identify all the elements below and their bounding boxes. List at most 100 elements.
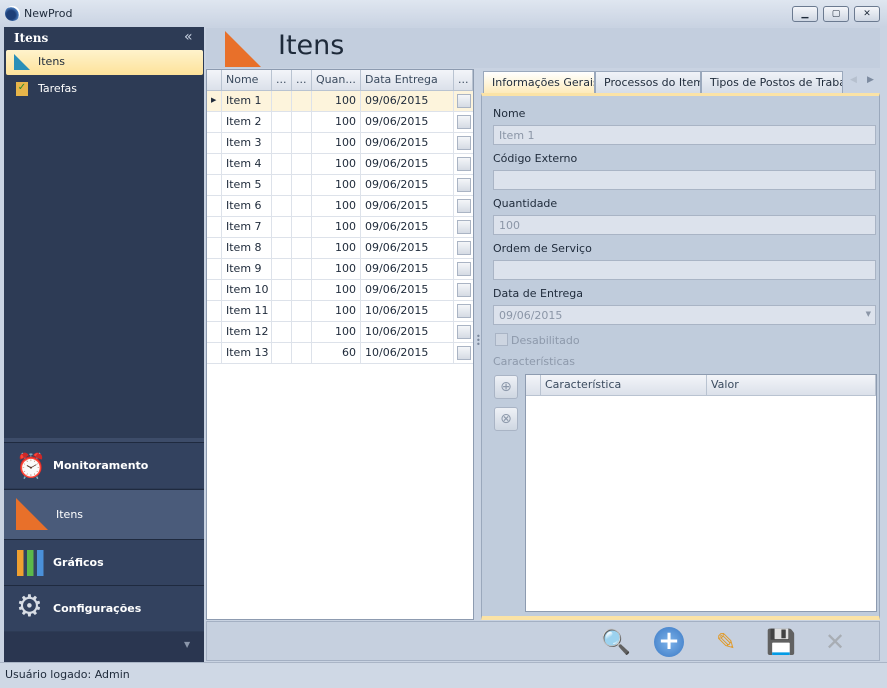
- cell-data-entrega[interactable]: 09/06/2015: [361, 91, 454, 112]
- table-row[interactable]: Item 3 100 09/06/2015: [207, 133, 473, 154]
- cell-nome[interactable]: Item 12: [222, 322, 272, 343]
- table-row[interactable]: Item 4 100 09/06/2015: [207, 154, 473, 175]
- chevron-down-icon[interactable]: ▼: [184, 640, 190, 649]
- cell-quantidade[interactable]: 100: [312, 112, 361, 133]
- cell-empty[interactable]: [272, 196, 292, 217]
- table-row[interactable]: Item 6 100 09/06/2015: [207, 196, 473, 217]
- cell-data-entrega[interactable]: 10/06/2015: [361, 301, 454, 322]
- cell-data-entrega[interactable]: 09/06/2015: [361, 280, 454, 301]
- group-configuracoes[interactable]: ⚙ Configurações: [4, 585, 204, 631]
- minimize-button[interactable]: ▁: [792, 6, 818, 22]
- column-header[interactable]: ...: [272, 70, 292, 91]
- cell-empty[interactable]: [272, 259, 292, 280]
- column-header[interactable]: Valor: [707, 375, 876, 396]
- cell-empty[interactable]: [272, 217, 292, 238]
- cell-nome[interactable]: Item 13: [222, 343, 272, 364]
- ordem-servico-field[interactable]: [493, 260, 876, 280]
- cell-nome[interactable]: Item 9: [222, 259, 272, 280]
- save-button[interactable]: 💾: [765, 626, 797, 658]
- cell-quantidade[interactable]: 100: [312, 322, 361, 343]
- table-row[interactable]: ▶ Item 1 100 09/06/2015: [207, 91, 473, 112]
- close-button[interactable]: ✕: [854, 6, 880, 22]
- tab-scroll-right-icon[interactable]: ▶: [867, 75, 874, 85]
- cell-empty[interactable]: [292, 322, 312, 343]
- table-row[interactable]: Item 7 100 09/06/2015: [207, 217, 473, 238]
- collapse-icon[interactable]: «: [184, 29, 193, 45]
- column-header[interactable]: ...: [454, 70, 473, 91]
- column-header[interactable]: ...: [292, 70, 312, 91]
- cell-nome[interactable]: Item 2: [222, 112, 272, 133]
- cell-quantidade[interactable]: 100: [312, 133, 361, 154]
- remove-characteristic-button[interactable]: ⊗: [494, 407, 518, 431]
- cell-empty[interactable]: [292, 154, 312, 175]
- cell-nome[interactable]: Item 8: [222, 238, 272, 259]
- table-row[interactable]: Item 13 60 10/06/2015: [207, 343, 473, 364]
- restore-button[interactable]: ▢: [823, 6, 849, 22]
- splitter-handle[interactable]: • • •: [476, 333, 481, 349]
- cell-empty[interactable]: [272, 343, 292, 364]
- tab-informacoes-gerais[interactable]: Informações Gerais: [483, 71, 595, 95]
- column-header[interactable]: Data Entrega: [361, 70, 454, 91]
- nav-item-tarefas[interactable]: ✓ Tarefas: [6, 77, 203, 102]
- cell-quantidade[interactable]: 100: [312, 238, 361, 259]
- cell-empty[interactable]: [292, 91, 312, 112]
- cell-empty[interactable]: [292, 238, 312, 259]
- cell-empty[interactable]: [272, 91, 292, 112]
- cell-nome[interactable]: Item 7: [222, 217, 272, 238]
- cell-nome[interactable]: Item 1: [222, 91, 272, 112]
- cell-quantidade[interactable]: 60: [312, 343, 361, 364]
- table-row[interactable]: Item 11 100 10/06/2015: [207, 301, 473, 322]
- tab-processos-do-item[interactable]: Processos do Item: [595, 71, 701, 94]
- cell-empty[interactable]: [292, 112, 312, 133]
- cell-nome[interactable]: Item 4: [222, 154, 272, 175]
- codigo-externo-field[interactable]: [493, 170, 876, 190]
- cell-empty[interactable]: [272, 238, 292, 259]
- row-checkbox[interactable]: [457, 283, 471, 297]
- row-checkbox[interactable]: [457, 199, 471, 213]
- cell-empty[interactable]: [292, 217, 312, 238]
- row-checkbox[interactable]: [457, 115, 471, 129]
- cancel-button[interactable]: ✕: [819, 626, 851, 658]
- cell-nome[interactable]: Item 3: [222, 133, 272, 154]
- quantidade-field[interactable]: 100: [493, 215, 876, 235]
- row-checkbox[interactable]: [457, 94, 471, 108]
- add-characteristic-button[interactable]: ⊕: [494, 375, 518, 399]
- cell-data-entrega[interactable]: 09/06/2015: [361, 175, 454, 196]
- cell-data-entrega[interactable]: 09/06/2015: [361, 217, 454, 238]
- cell-empty[interactable]: [292, 301, 312, 322]
- table-row[interactable]: Item 2 100 09/06/2015: [207, 112, 473, 133]
- cell-data-entrega[interactable]: 09/06/2015: [361, 154, 454, 175]
- cell-empty[interactable]: [272, 322, 292, 343]
- cell-quantidade[interactable]: 100: [312, 196, 361, 217]
- cell-data-entrega[interactable]: 09/06/2015: [361, 112, 454, 133]
- cell-quantidade[interactable]: 100: [312, 259, 361, 280]
- cell-nome[interactable]: Item 11: [222, 301, 272, 322]
- cell-empty[interactable]: [272, 175, 292, 196]
- cell-empty[interactable]: [272, 133, 292, 154]
- cell-quantidade[interactable]: 100: [312, 154, 361, 175]
- nav-item-itens[interactable]: Itens: [6, 50, 203, 75]
- cell-empty[interactable]: [272, 280, 292, 301]
- cell-data-entrega[interactable]: 09/06/2015: [361, 238, 454, 259]
- cell-nome[interactable]: Item 5: [222, 175, 272, 196]
- row-checkbox[interactable]: [457, 346, 471, 360]
- items-grid[interactable]: Nome ... ... Quan... Data Entrega ... ▶ …: [206, 69, 474, 620]
- search-report-icon[interactable]: 🔍: [600, 626, 632, 658]
- cell-empty[interactable]: [292, 133, 312, 154]
- row-checkbox[interactable]: [457, 178, 471, 192]
- row-checkbox[interactable]: [457, 157, 471, 171]
- cell-nome[interactable]: Item 10: [222, 280, 272, 301]
- table-row[interactable]: Item 5 100 09/06/2015: [207, 175, 473, 196]
- column-header[interactable]: Nome: [222, 70, 272, 91]
- row-checkbox[interactable]: [457, 262, 471, 276]
- cell-quantidade[interactable]: 100: [312, 280, 361, 301]
- cell-data-entrega[interactable]: 09/06/2015: [361, 259, 454, 280]
- characteristics-grid[interactable]: Característica Valor: [525, 374, 877, 612]
- row-checkbox[interactable]: [457, 304, 471, 318]
- table-row[interactable]: Item 9 100 09/06/2015: [207, 259, 473, 280]
- cell-nome[interactable]: Item 6: [222, 196, 272, 217]
- column-header[interactable]: Característica: [541, 375, 707, 396]
- desabilitado-checkbox[interactable]: [495, 333, 508, 346]
- cell-data-entrega[interactable]: 09/06/2015: [361, 133, 454, 154]
- cell-empty[interactable]: [292, 259, 312, 280]
